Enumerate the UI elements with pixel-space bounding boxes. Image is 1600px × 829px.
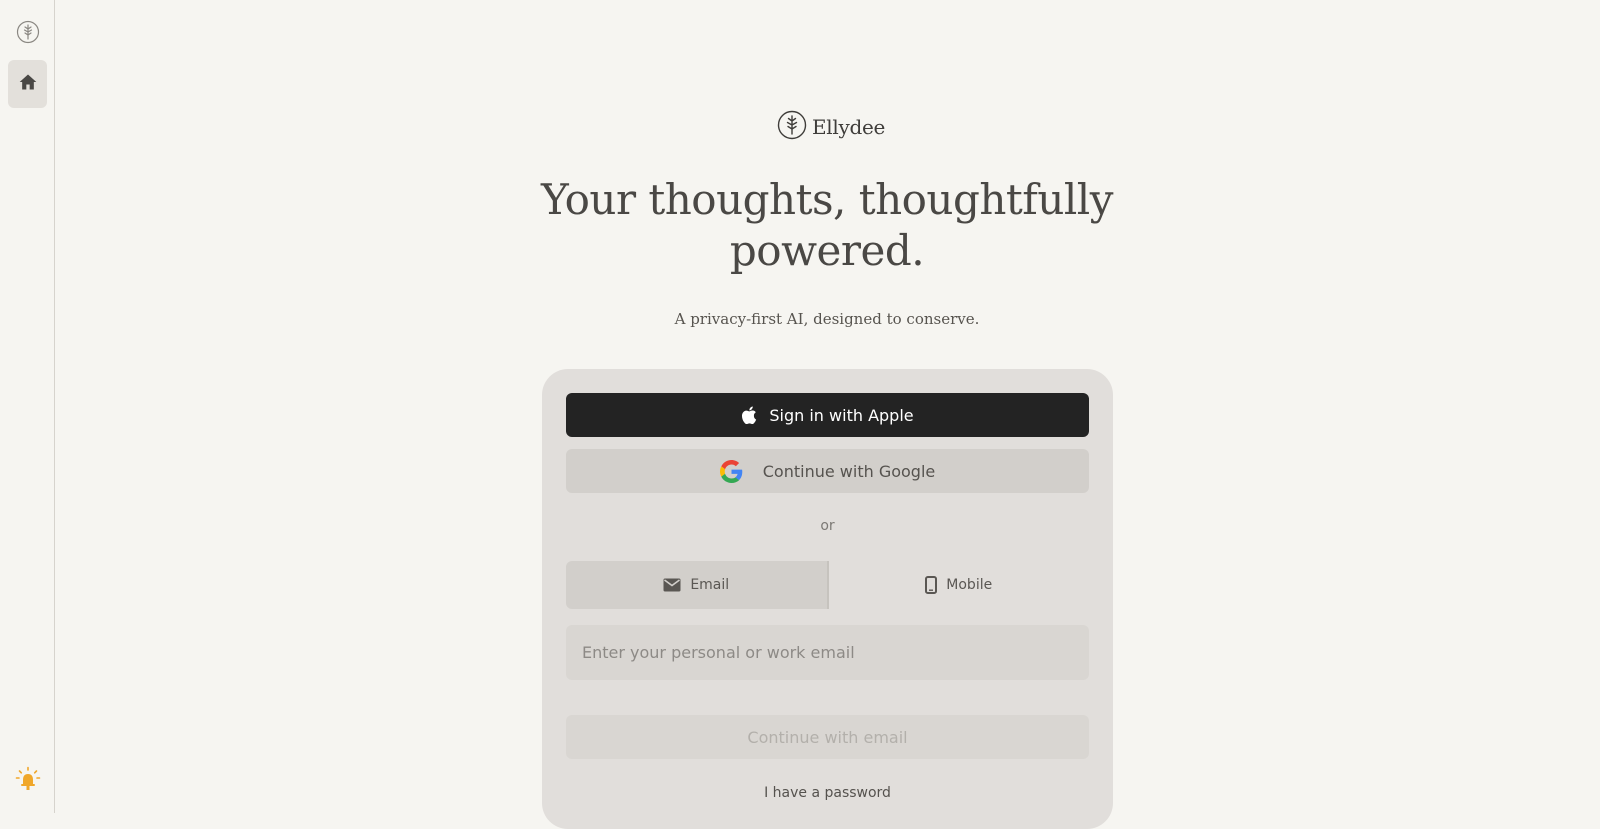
lightbulb-icon[interactable]	[15, 766, 41, 792]
auth-method-tabs: Email Mobile	[566, 561, 1089, 609]
password-link[interactable]: I have a password	[542, 785, 1113, 801]
tree-leaf-logo-icon	[777, 110, 807, 144]
phone-icon	[925, 576, 938, 594]
tab-email[interactable]: Email	[566, 561, 829, 609]
sign-in-apple-button[interactable]: Sign in with Apple	[566, 393, 1089, 437]
email-input[interactable]	[566, 625, 1089, 680]
brand: Ellydee	[777, 110, 886, 144]
sign-in-apple-label: Sign in with Apple	[769, 405, 914, 425]
tree-leaf-logo-icon[interactable]	[16, 20, 40, 44]
tab-email-label: Email	[690, 577, 730, 593]
brand-name: Ellydee	[812, 115, 886, 139]
continue-google-button[interactable]: Continue with Google	[566, 449, 1089, 493]
continue-email-button[interactable]: Continue with email	[566, 715, 1089, 759]
page-title: Your thoughts, thoughtfully powered.	[541, 175, 1113, 275]
google-icon	[719, 459, 743, 483]
tab-mobile[interactable]: Mobile	[829, 561, 1090, 609]
mail-icon	[663, 578, 681, 592]
continue-google-label: Continue with Google	[762, 461, 936, 481]
continue-email-label: Continue with email	[747, 727, 908, 747]
sidebar-home-button[interactable]	[8, 60, 47, 108]
sign-in-card: Sign in with Apple Continue with Google …	[542, 369, 1113, 829]
apple-icon	[741, 406, 757, 424]
page-subtitle: A privacy-first AI, designed to conserve…	[674, 310, 980, 328]
sidebar	[0, 0, 55, 813]
or-divider: or	[820, 518, 835, 534]
main-content: Ellydee Your thoughts, thoughtfully powe…	[55, 0, 1600, 829]
home-icon	[18, 72, 38, 96]
tab-mobile-label: Mobile	[946, 577, 993, 593]
